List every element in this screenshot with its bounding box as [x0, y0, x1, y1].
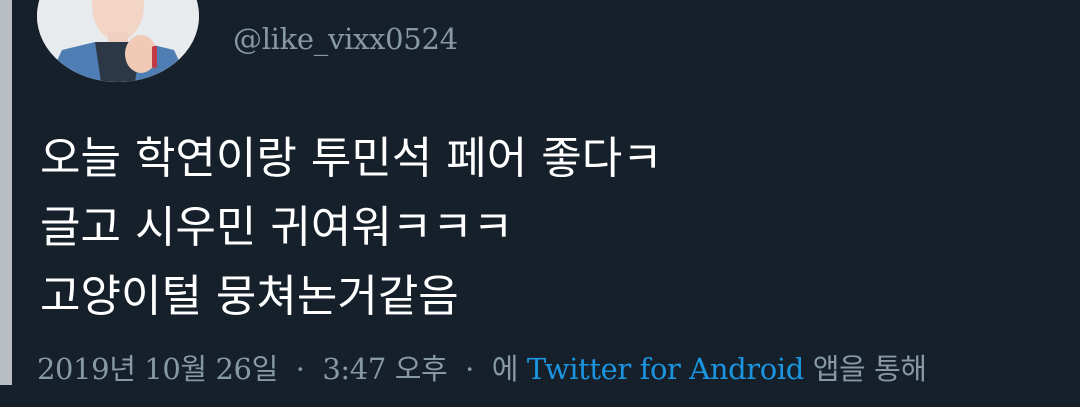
user-handle[interactable]: @like_vixx0524: [233, 22, 458, 56]
tweet-card: @like_vixx0524 오늘 학연이랑 투민석 페어 좋다ㅋ 글고 시우민…: [0, 0, 1080, 407]
tweet-line: 고양이털 뭉쳐논거같음: [40, 271, 459, 322]
meta-separator: ·: [295, 352, 305, 386]
tweet-text: 오늘 학연이랑 투민석 페어 좋다ㅋ 글고 시우민 귀여워ㅋㅋㅋ 고양이털 뭉쳐…: [40, 124, 1040, 331]
tweet-line: 글고 시우민 귀여워ㅋㅋㅋ: [40, 202, 514, 253]
scrollbar-edge: [0, 0, 12, 385]
source-app-link[interactable]: Twitter for Android: [527, 352, 804, 386]
meta-separator: ·: [465, 352, 474, 386]
tweet-meta: 2019년 10월 26일 · 3:47 오후 · 에 Twitter for …: [37, 346, 927, 388]
tweet-time: 3:47 오후: [322, 352, 448, 386]
tweet-line: 오늘 학연이랑 투민석 페어 좋다ㅋ: [40, 133, 663, 184]
via-suffix: 앱을 통해: [812, 352, 927, 386]
via-prefix: 에: [491, 352, 519, 386]
avatar[interactable]: [37, 0, 199, 82]
avatar-image: [37, 0, 199, 82]
tweet-date: 2019년 10월 26일: [37, 352, 278, 386]
